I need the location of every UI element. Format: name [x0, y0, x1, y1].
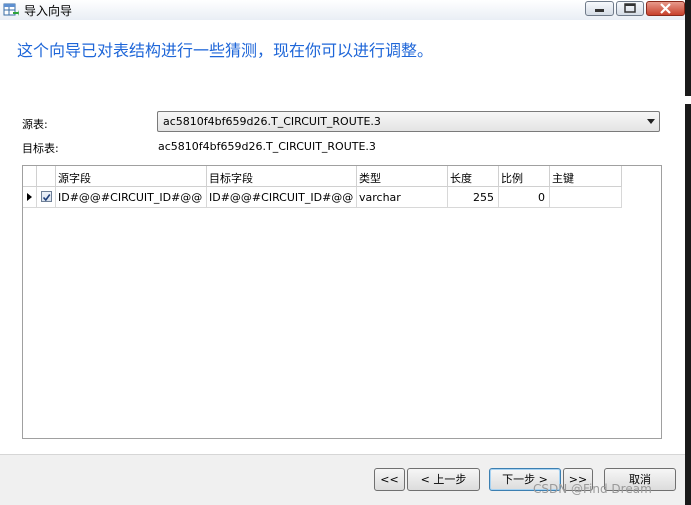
maximize-button[interactable]: [616, 1, 644, 16]
column-header-scale[interactable]: 比例: [499, 166, 550, 187]
checkmark-icon: [42, 194, 51, 202]
import-wizard-icon: [3, 2, 19, 18]
row-pointer-icon: [27, 193, 32, 201]
target-table-value: ac5810f4bf659d26.T_CIRCUIT_ROUTE.3: [158, 140, 376, 153]
chevron-down-icon: [647, 119, 655, 124]
minimize-icon: [595, 9, 604, 12]
current-row-indicator[interactable]: [23, 187, 37, 208]
include-field-checkbox[interactable]: [41, 191, 52, 202]
minimize-button[interactable]: [585, 1, 614, 16]
type-cell[interactable]: varchar: [357, 187, 448, 208]
table-row-checkbox-cell[interactable]: [37, 187, 56, 208]
checkbox-header: [37, 166, 56, 187]
previous-step-button[interactable]: < 上一步: [407, 468, 480, 491]
wizard-heading: 这个向导已对表结构进行一些猜测，现在你可以进行调整。: [17, 41, 434, 60]
source-table-value: ac5810f4bf659d26.T_CIRCUIT_ROUTE.3: [163, 115, 381, 128]
column-header-target-field[interactable]: 目标字段: [207, 166, 357, 187]
source-table-label: 源表:: [22, 118, 48, 131]
row-indicator-header: [23, 166, 37, 187]
target-table-label: 目标表:: [22, 142, 59, 155]
maximize-icon: [624, 3, 636, 13]
field-mapping-grid: 源字段 目标字段 类型 长度 比例 主键 ID#@@#CIRCUIT_ID#@@…: [22, 165, 662, 439]
window-edge: [685, 0, 691, 505]
close-button[interactable]: [646, 1, 685, 16]
column-header-length[interactable]: 长度: [448, 166, 499, 187]
first-step-button[interactable]: <<: [374, 468, 405, 491]
source-field-cell[interactable]: ID#@@#CIRCUIT_ID#@@: [56, 187, 207, 208]
close-icon: [660, 3, 671, 14]
column-header-source-field[interactable]: 源字段: [56, 166, 207, 187]
scale-cell[interactable]: 0: [499, 187, 550, 208]
window-title: 导入向导: [24, 4, 73, 18]
watermark: CSDN @Find Dream: [533, 482, 652, 496]
primary-key-cell[interactable]: [550, 187, 622, 208]
column-header-primary-key[interactable]: 主键: [550, 166, 622, 187]
target-field-cell[interactable]: ID#@@#CIRCUIT_ID#@@: [207, 187, 357, 208]
length-cell[interactable]: 255: [448, 187, 499, 208]
source-table-select[interactable]: ac5810f4bf659d26.T_CIRCUIT_ROUTE.3: [157, 111, 660, 132]
title-bar: 导入向导: [0, 0, 685, 20]
column-header-type[interactable]: 类型: [357, 166, 448, 187]
